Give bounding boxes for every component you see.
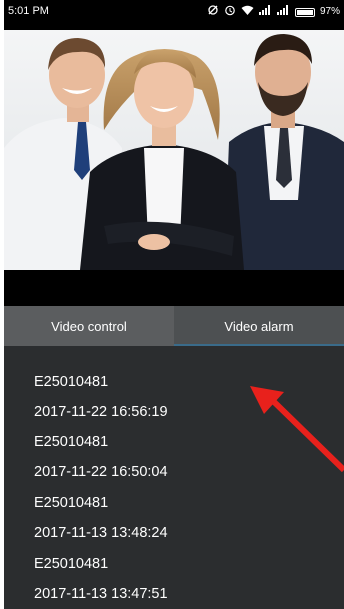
tab-video-alarm[interactable]: Video alarm [174,306,344,346]
alarm-device-id[interactable]: E25010481 [34,434,108,450]
alarm-timestamp[interactable]: 2017-11-13 13:48:24 [34,525,168,541]
signal-icon [258,5,272,19]
status-bar: 5:01 PM 97% [4,0,344,24]
alarm-timestamp[interactable]: 2017-11-22 16:56:19 [34,404,168,420]
signal-icon [276,5,290,19]
video-feed[interactable] [4,30,344,270]
tab-label: Video alarm [224,318,294,334]
status-icons: 97% [207,4,340,20]
alarm-timestamp[interactable]: 2017-11-13 13:47:51 [34,586,168,602]
alarm-timestamp[interactable]: 2017-11-22 16:50:04 [34,464,168,480]
no-sim-icon [207,4,219,20]
video-bottom-band [4,270,344,306]
tab-label: Video control [51,318,127,334]
alarm-device-id[interactable]: E25010481 [34,556,108,572]
wifi-icon [241,5,254,20]
status-time: 5:01 PM [8,5,49,17]
alarm-list[interactable]: E25010481 2017-11-22 16:56:19 E25010481 … [4,346,344,609]
battery-icon [294,7,315,17]
phone-screen: 5:01 PM 97% Video control Video alarm E2… [4,0,344,609]
tab-bar: Video control Video alarm [4,306,344,346]
alarm-device-id[interactable]: E25010481 [34,374,108,390]
video-frame-image [4,30,344,270]
alarm-clock-icon [224,4,236,20]
alarm-device-id[interactable]: E25010481 [34,495,108,511]
battery-percent: 97% [319,6,340,17]
tab-video-control[interactable]: Video control [4,306,174,346]
